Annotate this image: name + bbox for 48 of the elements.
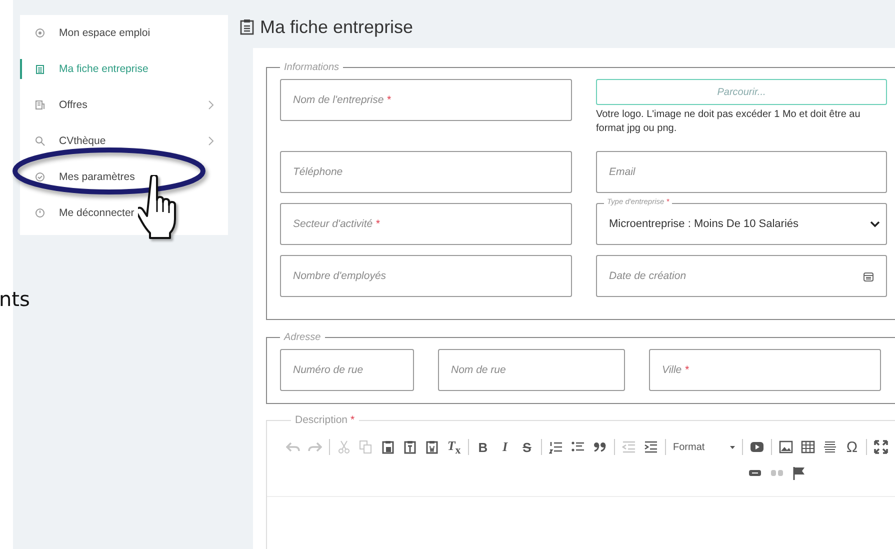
section-legend: Description * — [291, 414, 359, 426]
input-field[interactable]: Numéro de rue — [280, 349, 414, 391]
paste-text-icon[interactable] — [403, 440, 417, 454]
page-title: Ma fiche entreprise — [260, 16, 414, 38]
clipboard-icon — [35, 64, 45, 74]
input-field[interactable]: Email — [596, 151, 887, 193]
hint-text: Votre logo. L'image ne doit pas excéder 1 Mo et doit être au format jpg ou png. — [596, 108, 862, 136]
video-icon[interactable] — [750, 440, 764, 454]
section-legend: Informations — [280, 62, 344, 73]
calendar-icon[interactable] — [863, 270, 874, 282]
search-icon — [35, 136, 45, 146]
clipboard-icon — [240, 19, 254, 35]
horizontal-rule-icon[interactable] — [823, 440, 837, 454]
bullet-list-icon[interactable] — [571, 440, 585, 454]
input-field[interactable]: Nom de rue — [438, 349, 625, 391]
input-field[interactable]: Téléphone — [280, 151, 572, 193]
sidebar-item[interactable]: CVthèque — [20, 123, 228, 159]
remove-format-button[interactable]: T$_{x}$ — [443, 438, 465, 456]
special-character-button[interactable]: Ω — [841, 438, 863, 456]
power-icon — [35, 208, 45, 218]
paste-word-icon[interactable] — [425, 440, 439, 454]
paste-icon[interactable] — [381, 440, 395, 454]
indent-icon[interactable] — [644, 440, 658, 454]
date-field[interactable]: Date de création — [596, 255, 887, 297]
flag-icon[interactable] — [792, 466, 806, 480]
section-legend: Adresse — [280, 332, 325, 343]
input-field[interactable]: Ville * — [649, 349, 881, 391]
format-dropdown[interactable]: Format — [669, 442, 739, 452]
table-icon[interactable] — [801, 440, 815, 454]
sidebar-item[interactable]: Me déconnecter — [20, 195, 228, 231]
input-field[interactable]: Nombre d'employés — [280, 255, 572, 297]
text-fragment: nts — [0, 287, 30, 311]
caret-down-icon[interactable] — [730, 446, 735, 448]
bold-button[interactable]: B — [472, 440, 494, 454]
image-icon[interactable] — [779, 440, 793, 454]
input-field[interactable]: Nom de l'entreprise * — [280, 79, 572, 121]
circle-check-icon — [35, 172, 45, 182]
target-icon — [35, 28, 45, 38]
maximize-icon[interactable] — [874, 440, 888, 454]
document-icon — [35, 100, 45, 110]
italic-button[interactable]: I — [494, 439, 516, 455]
chevron-down-icon — [870, 220, 880, 228]
numbered-list-icon[interactable] — [549, 440, 563, 454]
input-field[interactable]: Secteur d'activité * — [280, 203, 572, 245]
quote-icon[interactable] — [593, 440, 607, 454]
sidebar-item[interactable]: Offres — [20, 87, 228, 123]
sidebar-item[interactable]: Mon espace emploi — [20, 15, 228, 51]
strikethrough-button[interactable]: S — [516, 440, 538, 454]
